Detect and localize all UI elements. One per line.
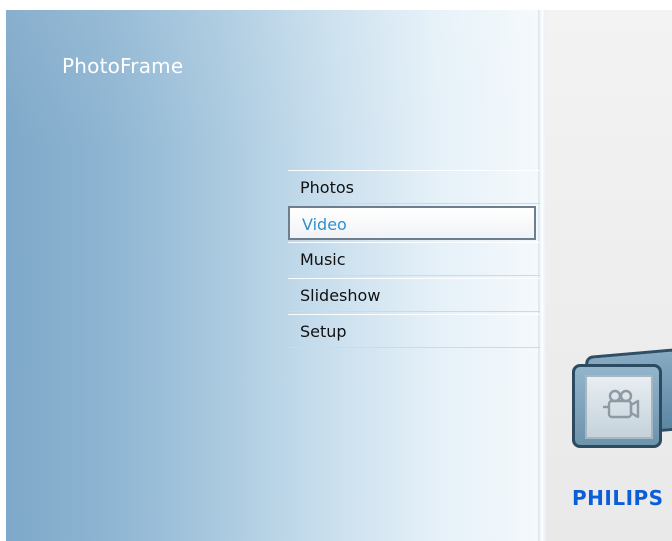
menu-item-slideshow[interactable]: Slideshow <box>288 278 540 312</box>
menu-item-photos[interactable]: Photos <box>288 170 540 204</box>
video-camera-icon <box>603 389 640 419</box>
icon-card-front <box>572 364 662 448</box>
icon-card-inner <box>585 375 653 439</box>
main-menu: Photos Video Music Slideshow Setup <box>288 170 540 348</box>
side-pane <box>546 10 672 541</box>
menu-item-music[interactable]: Music <box>288 242 540 276</box>
video-mode-icon <box>566 348 672 448</box>
menu-item-setup[interactable]: Setup <box>288 314 540 348</box>
menu-item-video[interactable]: Video <box>288 206 536 240</box>
philips-logo: PHILIPS <box>572 486 664 510</box>
app-title: PhotoFrame <box>62 54 184 78</box>
photoframe-screen: PhotoFrame Photos Video Music Slideshow … <box>6 10 672 541</box>
